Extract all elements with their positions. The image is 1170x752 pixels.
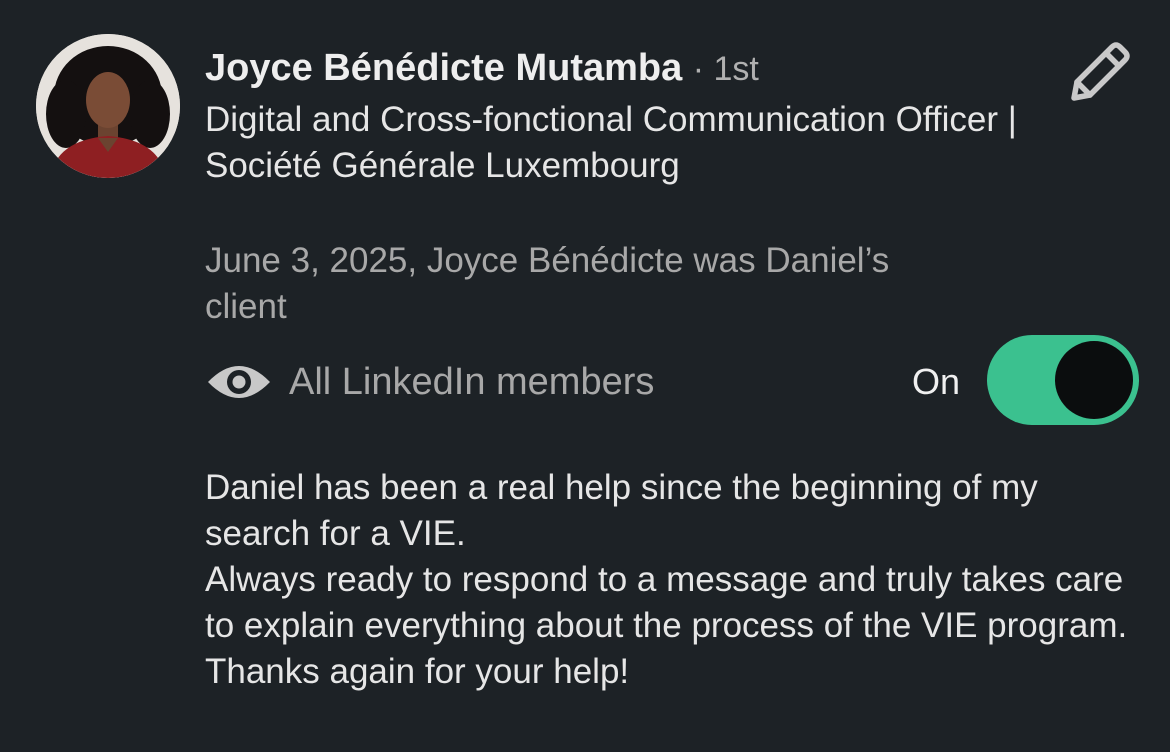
recommender-headline: Digital and Cross-fonctional Communicati… (205, 100, 1017, 185)
recommendation-line: Always ready to respond to a message and… (205, 560, 1128, 645)
connection-degree: · 1st (692, 50, 759, 88)
visibility-toggle[interactable] (987, 335, 1139, 425)
pencil-icon (1071, 42, 1130, 101)
visibility-label: All LinkedIn members (289, 360, 655, 403)
edit-button[interactable] (1062, 38, 1134, 110)
visibility-setting[interactable]: All LinkedIn members (205, 356, 654, 408)
eye-icon (208, 366, 270, 398)
recommendation-text: Daniel has been a real help since the be… (205, 465, 1145, 695)
recommender-name[interactable]: Joyce Bénédicte Mutamba (205, 47, 682, 89)
recommendation-line: Daniel has been a real help since the be… (205, 468, 1038, 553)
toggle-state-label: On (912, 361, 961, 402)
toggle-knob (1055, 341, 1133, 419)
name-line: Joyce Bénédicte Mutamba · 1st (205, 44, 759, 100)
recommendation-card: Joyce Bénédicte Mutamba · 1st Digital an… (0, 0, 1170, 752)
recommendation-line: Thanks again for your help! (205, 652, 630, 691)
avatar[interactable] (36, 34, 180, 178)
relationship-text: June 3, 2025, Joyce Bénédicte was Daniel… (205, 241, 890, 326)
profile-photo-icon (36, 34, 180, 178)
